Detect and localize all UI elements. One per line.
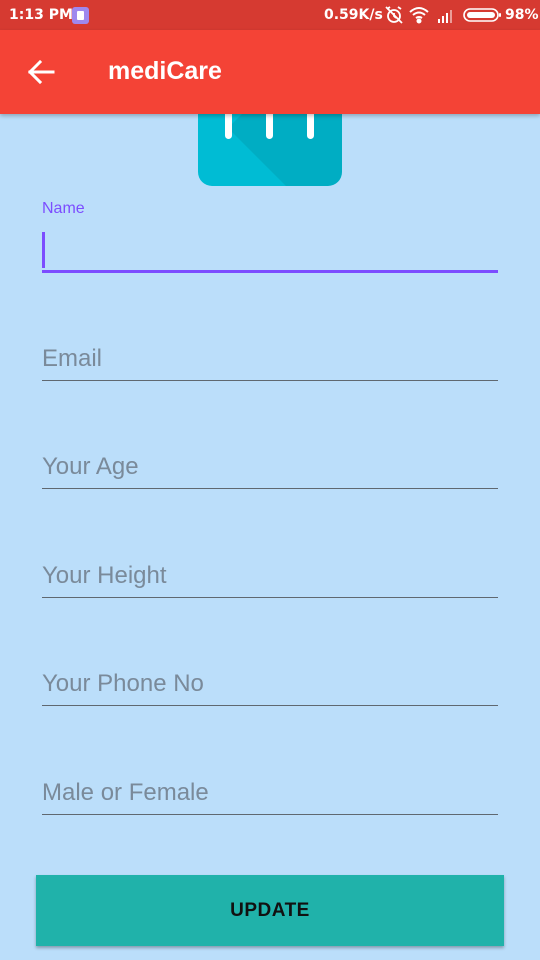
back-button[interactable] xyxy=(20,52,64,92)
text-cursor xyxy=(42,232,45,268)
email-input[interactable] xyxy=(42,345,498,373)
wifi-icon xyxy=(409,7,429,24)
battery-percent: 98% xyxy=(505,7,539,23)
alarm-off-icon xyxy=(385,6,403,24)
phone-input[interactable] xyxy=(42,670,498,698)
phone-field[interactable] xyxy=(42,655,498,706)
app-notification-icon xyxy=(72,7,89,24)
signal-icon xyxy=(438,10,452,23)
app-title: mediCare xyxy=(108,57,222,85)
height-field[interactable] xyxy=(42,547,498,598)
name-underline xyxy=(42,270,498,273)
arrow-left-icon xyxy=(27,59,55,85)
height-input[interactable] xyxy=(42,562,498,590)
gender-underline xyxy=(42,814,498,815)
battery-icon xyxy=(463,8,501,22)
email-field[interactable] xyxy=(42,330,498,381)
name-field[interactable]: Name xyxy=(42,200,498,273)
age-underline xyxy=(42,488,498,489)
age-field[interactable] xyxy=(42,438,498,489)
name-input[interactable] xyxy=(42,237,498,265)
status-time: 1:13 PM xyxy=(9,7,73,23)
email-underline xyxy=(42,380,498,381)
system-icons xyxy=(385,6,501,24)
update-button[interactable]: UPDATE xyxy=(36,875,504,946)
network-speed: 0.59K/s xyxy=(324,7,383,23)
gender-field[interactable] xyxy=(42,764,498,815)
gender-input[interactable] xyxy=(42,779,498,807)
age-input[interactable] xyxy=(42,453,498,481)
name-label: Name xyxy=(42,200,85,217)
status-icons xyxy=(384,5,504,25)
phone-underline xyxy=(42,705,498,706)
app-bar: mediCare xyxy=(0,30,540,114)
height-underline xyxy=(42,597,498,598)
status-bar: 1:13 PM 0.59K/s 98% xyxy=(0,0,540,30)
